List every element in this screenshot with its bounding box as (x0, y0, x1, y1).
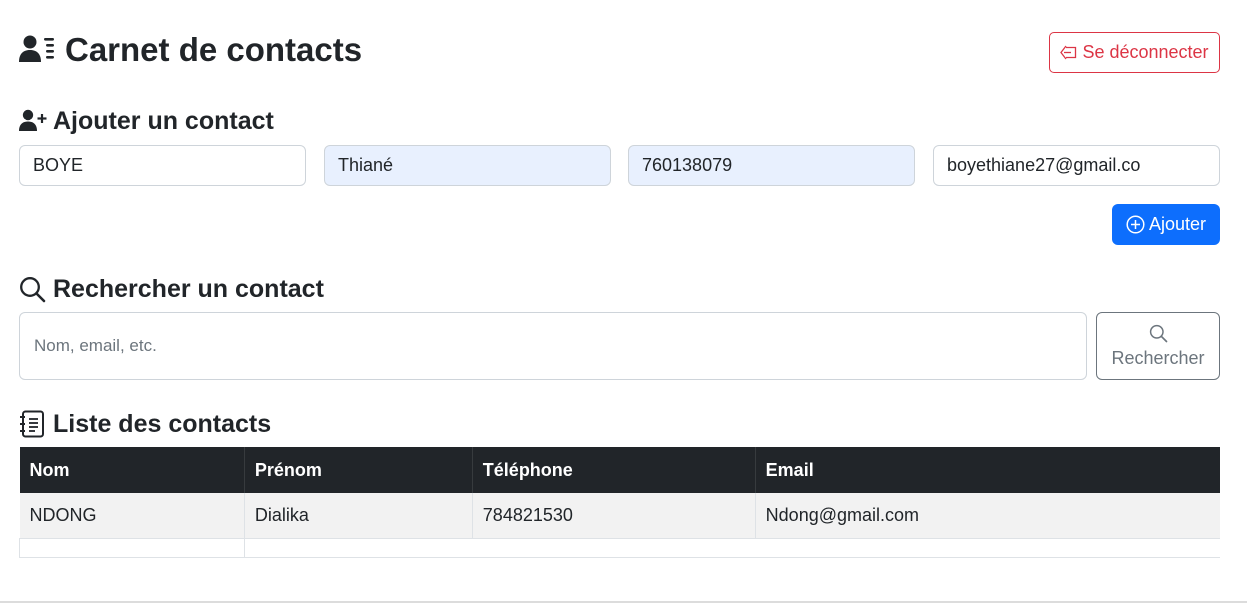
cell-nom: NDONG (19, 493, 245, 539)
contacts-list-heading: Liste des contacts (19, 409, 271, 439)
contacts-list-title: Liste des contacts (53, 410, 272, 438)
search-button-label: Rechercher (1111, 347, 1205, 368)
logout-button-label: Se déconnecter (1082, 42, 1209, 62)
table-row: NDONG Dialika 784821530 Ndong@gmail.com (19, 493, 1220, 539)
prenom-input[interactable]: Thiané (324, 145, 611, 186)
email-input-value: boyethiane27@gmail.co (947, 155, 1141, 175)
column-header-telephone: Téléphone (472, 447, 756, 493)
email-input[interactable]: boyethiane27@gmail.co (933, 145, 1220, 186)
search-heading: Rechercher un contact (19, 274, 324, 304)
add-contact-button[interactable]: Ajouter (1112, 204, 1220, 245)
page-title-text: Carnet de contacts (65, 31, 363, 68)
contacts-table: Nom Prénom Téléphone Email NDONG Dialika… (19, 447, 1220, 558)
door-arrow-left-icon (1060, 45, 1077, 60)
search-icon (1149, 324, 1167, 342)
page: Carnet de contacts Se déconnecter Ajoute… (0, 0, 1247, 603)
empty-cell (19, 538, 245, 558)
person-lines-icon (19, 33, 57, 67)
search-input[interactable]: Nom, email, etc. (19, 312, 1087, 380)
cell-prenom: Dialika (244, 493, 473, 539)
column-header-prenom: Prénom (244, 447, 473, 493)
nom-input[interactable]: BOYE (19, 145, 306, 186)
page-title: Carnet de contacts (19, 30, 362, 70)
prenom-input-value: Thiané (338, 155, 394, 175)
search-input-placeholder: Nom, email, etc. (34, 336, 157, 355)
logout-button[interactable]: Se déconnecter (1049, 32, 1220, 73)
cell-telephone: 784821530 (472, 493, 756, 539)
telephone-input-value: 760138079 (642, 155, 733, 175)
column-header-email: Email (755, 447, 1220, 493)
empty-table-row (19, 538, 1220, 558)
nom-input-value: BOYE (33, 155, 84, 175)
empty-cell (244, 538, 1220, 558)
telephone-input[interactable]: 760138079 (628, 145, 915, 186)
search-title: Rechercher un contact (53, 275, 324, 303)
column-header-nom: Nom (19, 447, 245, 493)
add-contact-heading: Ajouter un contact (19, 106, 274, 136)
search-icon (19, 276, 49, 303)
plus-circle-icon (1126, 215, 1145, 234)
add-contact-button-label: Ajouter (1148, 214, 1207, 234)
add-contact-title: Ajouter un contact (53, 107, 274, 135)
search-button[interactable]: Rechercher (1096, 312, 1220, 380)
page-header: Carnet de contacts Se déconnecter (19, 27, 1220, 73)
cell-email: Ndong@gmail.com (755, 493, 1220, 539)
person-plus-icon (19, 109, 49, 133)
table-header-row: Nom Prénom Téléphone Email (19, 447, 1220, 493)
journal-text-icon (19, 410, 49, 438)
